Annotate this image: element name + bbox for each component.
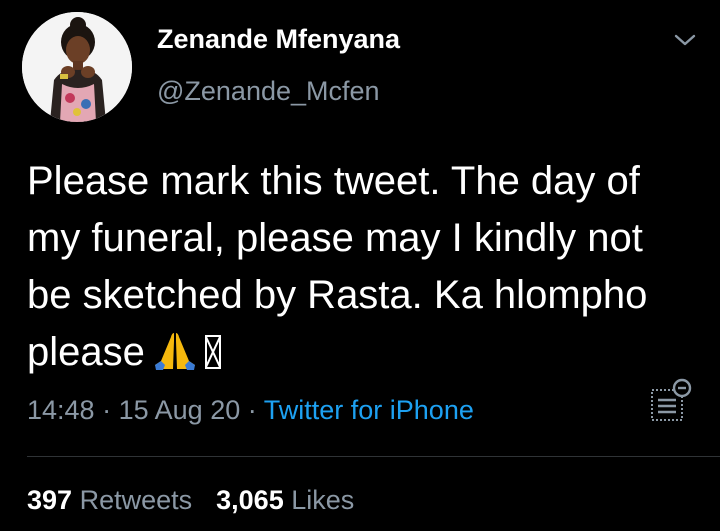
tweet-meta: 14:48 · 15 Aug 20 · Twitter for iPhone xyxy=(27,395,474,426)
tweet-time: 14:48 xyxy=(27,395,95,425)
tweet-text: Please mark this tweet. The day of my fu… xyxy=(27,153,707,387)
likes-label: Likes xyxy=(291,485,355,515)
tweet-source-link[interactable]: Twitter for iPhone xyxy=(264,395,474,425)
tweet-date: 15 Aug 20 xyxy=(118,395,241,425)
meta-separator: · xyxy=(102,395,112,425)
likes-count: 3,065 xyxy=(216,485,284,515)
user-handle[interactable]: @Zenande_Mcfen xyxy=(157,76,380,107)
retweets-stat[interactable]: 397 Retweets xyxy=(27,485,192,515)
meta-separator: · xyxy=(247,395,257,425)
avatar[interactable] xyxy=(22,12,132,122)
missing-glyph-icon xyxy=(204,335,221,369)
chevron-down-icon[interactable] xyxy=(672,30,698,50)
analytics-icon[interactable] xyxy=(648,378,692,424)
tweet-line: please xyxy=(27,330,145,374)
tweet-line: my funeral, please may I kindly not xyxy=(27,216,643,260)
tweet-card: Zenande Mfenyana @Zenande_Mcfen Please m… xyxy=(0,0,720,531)
tweet-line: be sketched by Rasta. Ka hlompho xyxy=(27,273,648,317)
retweets-label: Retweets xyxy=(79,485,193,515)
folded-hands-icon xyxy=(153,330,197,387)
divider xyxy=(27,456,720,457)
tweet-line: Please mark this tweet. The day of xyxy=(27,159,640,203)
engagement-stats: 397 Retweets 3,065 Likes xyxy=(27,485,354,516)
display-name[interactable]: Zenande Mfenyana xyxy=(157,24,400,55)
likes-stat[interactable]: 3,065 Likes xyxy=(216,485,354,515)
retweets-count: 397 xyxy=(27,485,73,515)
profile-photo-icon xyxy=(22,12,132,122)
